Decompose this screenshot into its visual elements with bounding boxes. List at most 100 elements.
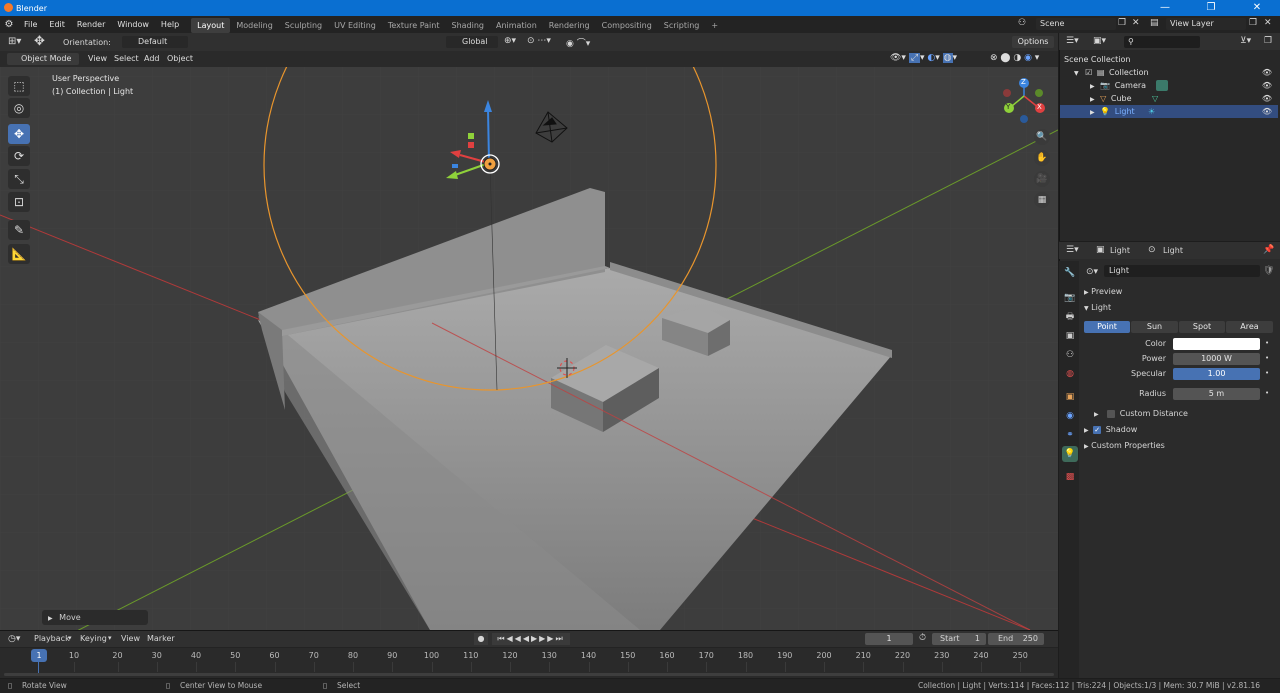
current-frame-field[interactable]: 1 (865, 633, 913, 645)
timeline-scrollbar[interactable] (4, 673, 1054, 676)
menu-marker[interactable]: Marker (147, 634, 175, 643)
cursor-icon[interactable]: ◎ (8, 98, 30, 118)
add-workspace-button[interactable]: + (705, 18, 724, 33)
menu-view[interactable]: View (84, 53, 111, 65)
output-tab-icon[interactable]: 🖶 (1062, 309, 1078, 325)
tab-shading[interactable]: Shading (445, 18, 490, 33)
view-layer-field[interactable]: View Layer (1166, 18, 1246, 30)
preview-range-icon[interactable]: ⏱ (919, 633, 926, 643)
tab-layout[interactable]: Layout (191, 17, 231, 33)
outliner-item-camera[interactable]: ▶ 📷 Camera 👁 (1060, 79, 1278, 92)
light-type-area[interactable]: Area (1226, 321, 1273, 333)
constraints-tab-icon[interactable]: ⚭ (1062, 427, 1078, 443)
playhead[interactable]: 1 (31, 649, 47, 662)
outliner-item-cube[interactable]: ▶ ▽ Cube ▽ 👁 (1060, 92, 1278, 105)
fake-user-shield-icon[interactable]: 🛡 (1263, 266, 1274, 276)
light-type-point[interactable]: Point (1084, 321, 1130, 333)
menu-select[interactable]: Select (110, 53, 143, 65)
light-type-sun[interactable]: Sun (1131, 321, 1178, 333)
display-mode-icon[interactable]: ▣▾ (1093, 36, 1106, 46)
color-anim-dot[interactable]: • (1265, 339, 1269, 347)
menu-render[interactable]: Render (71, 16, 111, 33)
visibility-icons[interactable]: 👁▾ ⤢ ▾ ◐▾ ◍▾ (890, 53, 957, 63)
light-data-tab-icon[interactable]: 💡 (1062, 446, 1078, 462)
collection-checkbox-icon[interactable]: ☑ (1085, 68, 1092, 77)
pin-icon[interactable]: 📌 (1263, 245, 1274, 255)
render-tab-icon[interactable]: 📷 (1062, 290, 1078, 306)
specular-slider[interactable]: 1.00 (1173, 368, 1260, 380)
tab-compositing[interactable]: Compositing (596, 18, 658, 33)
menu-keying[interactable]: Keying (80, 634, 107, 643)
delete-view-layer-icon[interactable]: ✕ (1264, 18, 1272, 28)
shadow-section[interactable]: ▶ ✓ Shadow (1084, 425, 1137, 434)
menu-edit[interactable]: Edit (43, 16, 71, 33)
menu-help[interactable]: Help (155, 16, 185, 33)
tab-rendering[interactable]: Rendering (543, 18, 596, 33)
shadow-checkbox[interactable]: ✓ (1093, 425, 1102, 434)
scene-field[interactable]: Scene (1036, 18, 1116, 30)
tab-animation[interactable]: Animation (490, 18, 543, 33)
custom-distance-section[interactable]: ▶ Custom Distance (1094, 409, 1188, 418)
move-tool-icon[interactable]: ✥ (34, 34, 45, 49)
eye-icon[interactable]: 👁 (1262, 105, 1272, 118)
move-icon[interactable]: ✥ (8, 124, 30, 144)
end-frame-field[interactable]: End 250 (988, 633, 1044, 645)
power-anim-dot[interactable]: • (1265, 354, 1269, 362)
measure-icon[interactable]: 📐 (8, 244, 30, 264)
outliner-search[interactable]: ⚲ (1124, 36, 1200, 48)
physics-tab-icon[interactable]: ◉ (1062, 408, 1078, 424)
specular-anim-dot[interactable]: • (1265, 369, 1269, 377)
delete-scene-icon[interactable]: ✕ (1132, 18, 1140, 28)
maximize-icon[interactable]: ❐ (1188, 0, 1234, 16)
editor-type-icon[interactable]: ⊞▾ (8, 36, 21, 47)
timeline-editor-icon[interactable]: ◷▾ (8, 634, 20, 644)
start-frame-field[interactable]: Start 1 (932, 633, 986, 645)
color-swatch[interactable] (1173, 338, 1260, 350)
outliner-editor-icon[interactable]: ☰▾ (1066, 36, 1079, 46)
light-datablock-icon[interactable]: ⊙▾ (1086, 267, 1098, 277)
proportional-edit-icon[interactable]: ◉ ⌒▾ (566, 36, 590, 49)
snap-icon[interactable]: ⊙ ⋯▾ (527, 36, 551, 46)
orientation-dropdown[interactable]: Default (122, 36, 188, 48)
blender-menu-icon[interactable]: ⚙ (0, 19, 18, 30)
preview-section[interactable]: ▶ Preview (1084, 287, 1122, 296)
light-datablock-field[interactable]: Light (1104, 265, 1260, 277)
tab-scripting[interactable]: Scripting (658, 18, 706, 33)
tab-texture-paint[interactable]: Texture Paint (382, 18, 446, 33)
radius-field[interactable]: 5 m (1173, 388, 1260, 400)
tab-sculpting[interactable]: Sculpting (279, 18, 328, 33)
tool-tab-icon[interactable]: 🔧 (1062, 265, 1078, 281)
object-tab-icon[interactable]: ▣ (1062, 389, 1078, 405)
transform-icon[interactable]: ⊡ (8, 192, 30, 212)
minimize-icon[interactable]: — (1142, 0, 1188, 16)
mode-dropdown[interactable]: Object Mode (7, 53, 79, 65)
menu-object[interactable]: Object (163, 53, 198, 65)
new-scene-icon[interactable]: ❐ (1118, 18, 1126, 28)
filter-icon[interactable]: ⊻▾ (1240, 36, 1251, 46)
shading-mode-icons[interactable]: ⊗ ⬤ ◑ ◉ ▾ (990, 53, 1039, 63)
zoom-icon[interactable]: 🔍 (1034, 129, 1050, 145)
outliner-collection[interactable]: ▼ ☑ ▤ Collection 👁 (1060, 66, 1278, 79)
rotate-icon[interactable]: ⟳ (8, 146, 30, 166)
menu-add[interactable]: Add (140, 53, 164, 65)
tab-uv-editing[interactable]: UV Editing (328, 18, 382, 33)
custom-properties-section[interactable]: ▶ Custom Properties (1084, 441, 1165, 450)
new-collection-icon[interactable]: ❐ (1264, 36, 1272, 46)
tab-modeling[interactable]: Modeling (230, 18, 278, 33)
outliner-scene-collection[interactable]: Scene Collection (1060, 53, 1278, 66)
scale-icon[interactable]: ⤡ (8, 169, 30, 189)
ortho-toggle-icon[interactable]: ▦ (1034, 192, 1050, 208)
custom-distance-checkbox[interactable] (1107, 409, 1116, 418)
eye-icon[interactable]: 👁 (1262, 79, 1272, 92)
annotate-icon[interactable]: ✎ (8, 220, 30, 240)
texture-tab-icon[interactable]: ▩ (1062, 469, 1078, 485)
menu-window[interactable]: Window (111, 16, 155, 33)
radius-anim-dot[interactable]: • (1265, 389, 1269, 397)
menu-playback[interactable]: Playback (34, 634, 70, 643)
menu-timeline-view[interactable]: View (121, 634, 140, 643)
pan-hand-icon[interactable]: ✋ (1034, 150, 1050, 166)
last-operator-panel[interactable]: ▶ Move (42, 610, 148, 625)
new-view-layer-icon[interactable]: ❐ (1249, 18, 1257, 28)
camera-view-icon[interactable]: 🎥 (1034, 171, 1050, 187)
pivot-icon[interactable]: ⊕▾ (504, 36, 516, 46)
